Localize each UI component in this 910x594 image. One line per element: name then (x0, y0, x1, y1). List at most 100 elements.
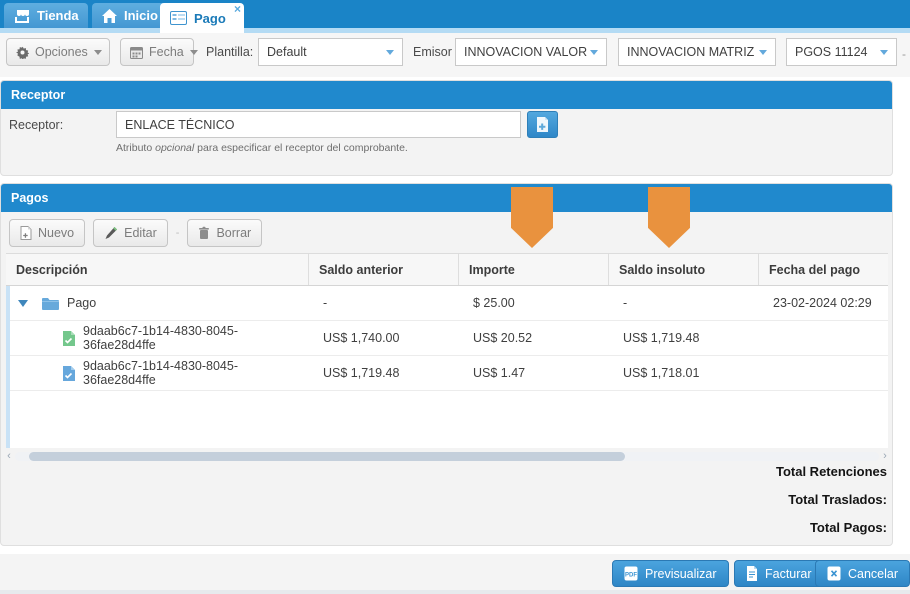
emisor-label: Emisor (413, 45, 452, 59)
chevron-down-icon (190, 50, 198, 55)
cancel-document-icon (827, 566, 841, 581)
chevron-down-icon (759, 50, 767, 55)
nuevo-button[interactable]: Nuevo (9, 219, 85, 247)
total-retenciones-label: Total Retenciones (776, 464, 887, 479)
cell-importe: US$ 1.47 (463, 356, 613, 390)
pdf-icon: PDF (624, 566, 638, 581)
tab-label: Tienda (37, 8, 79, 23)
facturar-button[interactable]: Facturar (734, 560, 824, 587)
receptor-panel: Receptor Receptor: Atributo opcional par… (0, 80, 893, 176)
cell-importe: US$ 20.52 (463, 321, 613, 355)
cancelar-button[interactable]: Cancelar (815, 560, 910, 587)
receptor-add-button[interactable] (527, 111, 558, 138)
pagos-panel-header: Pagos (1, 184, 892, 212)
table-row[interactable]: Pago - $ 25.00 - 23-02-2024 02:29 (10, 286, 888, 321)
column-header-descripcion[interactable]: Descripción (6, 254, 309, 285)
fecha-button[interactable]: Fecha (120, 38, 194, 66)
totals-block: Total Retenciones Total Traslados: Total… (776, 464, 887, 548)
column-header-saldo-insoluto[interactable]: Saldo insoluto (609, 254, 759, 285)
column-header-fecha-del-pago[interactable]: Fecha del pago (759, 254, 888, 285)
main-toolbar: Opciones Fecha Plantilla: Default Emisor… (0, 33, 910, 77)
tab-tienda[interactable]: Tienda (4, 3, 88, 28)
select-value: PGOS 11124 (795, 45, 868, 59)
receptor-input[interactable] (116, 111, 521, 138)
table-row[interactable]: 9daab6c7-1b14-4830-8045-36fae28d4ffe US$… (10, 321, 888, 356)
trash-icon (198, 226, 210, 240)
scrollbar-thumb[interactable] (29, 452, 625, 461)
row-description: Pago (67, 296, 96, 310)
scrollbar-track[interactable] (15, 452, 879, 461)
borrar-button[interactable]: Borrar (187, 219, 262, 247)
button-label: Nuevo (38, 226, 74, 240)
grid-header-row: Descripción Saldo anterior Importe Saldo… (6, 253, 888, 286)
pagos-panel: Pagos Nuevo Editar - Borrar (0, 183, 893, 546)
plantilla-label: Plantilla: (206, 45, 253, 59)
opciones-button[interactable]: Opciones (6, 38, 110, 66)
separator-dash: - (176, 227, 180, 239)
button-label: Facturar (765, 567, 812, 581)
chevron-down-icon (386, 50, 394, 55)
column-marker-importe (511, 187, 553, 248)
button-label: Editar (124, 226, 157, 240)
plantilla-select[interactable]: Default (258, 38, 403, 66)
row-description: 9daab6c7-1b14-4830-8045-36fae28d4ffe (83, 324, 303, 352)
grid-body: Pago - $ 25.00 - 23-02-2024 02:29 9daab6… (6, 286, 888, 448)
button-label: Cancelar (848, 567, 898, 581)
editar-button[interactable]: Editar (93, 219, 168, 247)
invoice-icon (746, 566, 758, 581)
svg-text:PDF: PDF (625, 573, 637, 579)
chevron-down-icon (880, 50, 888, 55)
table-row[interactable]: 9daab6c7-1b14-4830-8045-36fae28d4ffe US$… (10, 356, 888, 391)
button-label: Fecha (149, 45, 184, 59)
cell-saldo-anterior: - (313, 286, 463, 320)
receptor-panel-header: Receptor (1, 81, 892, 109)
column-marker-saldo-insoluto (648, 187, 690, 248)
cell-fecha: 23-02-2024 02:29 (763, 286, 888, 320)
serie-select[interactable]: PGOS 11124 (786, 38, 897, 66)
previsualizar-button[interactable]: PDF Previsualizar (612, 560, 729, 587)
button-label: Previsualizar (645, 567, 717, 581)
column-header-saldo-anterior[interactable]: Saldo anterior (309, 254, 459, 285)
column-header-importe[interactable]: Importe (459, 254, 609, 285)
pencil-icon (104, 226, 118, 240)
matriz-select[interactable]: INNOVACION MATRIZ (618, 38, 776, 66)
cell-saldo-insoluto: US$ 1,719.48 (613, 321, 763, 355)
close-icon[interactable]: × (234, 3, 241, 15)
new-document-icon (20, 226, 32, 240)
pagos-toolbar: Nuevo Editar - Borrar (9, 219, 262, 247)
receptor-label: Receptor: (9, 118, 63, 132)
expander-icon[interactable] (18, 300, 28, 307)
scroll-right-icon[interactable]: › (879, 450, 891, 462)
add-document-icon (536, 117, 549, 132)
select-value: Default (267, 45, 307, 59)
cell-saldo-anterior: US$ 1,719.48 (313, 356, 463, 390)
home-icon (102, 9, 117, 23)
footer-bar: PDF Previsualizar Facturar Cancelar (0, 554, 910, 590)
tab-label: Inicio (124, 8, 158, 23)
select-value: INNOVACION VALOR (464, 45, 587, 59)
horizontal-scrollbar[interactable]: ‹ › (3, 450, 891, 462)
document-check-green-icon (62, 331, 75, 346)
folder-icon (42, 297, 59, 310)
store-icon (14, 9, 30, 23)
pagos-grid: Descripción Saldo anterior Importe Saldo… (6, 253, 888, 448)
total-traslados-label: Total Traslados: (776, 492, 887, 507)
tab-pago[interactable]: Pago × (160, 3, 244, 33)
button-label: Opciones (35, 45, 88, 59)
chevron-down-icon (590, 50, 598, 55)
receptor-help-text: Atributo opcional para especificar el re… (116, 142, 408, 154)
button-label: Borrar (216, 226, 251, 240)
emisor-select[interactable]: INNOVACION VALOR (455, 38, 607, 66)
row-description: 9daab6c7-1b14-4830-8045-36fae28d4ffe (83, 359, 303, 387)
scroll-left-icon[interactable]: ‹ (3, 450, 15, 462)
document-check-blue-icon (62, 366, 75, 381)
select-value: INNOVACION MATRIZ (627, 45, 754, 59)
chevron-down-icon (94, 50, 102, 55)
cell-saldo-anterior: US$ 1,740.00 (313, 321, 463, 355)
payment-window: Tienda Inicio Pago × Opciones Fecha (0, 0, 910, 594)
calendar-icon (130, 46, 143, 59)
cell-saldo-insoluto: - (613, 286, 763, 320)
form-icon (170, 11, 187, 25)
bottom-edge (0, 590, 910, 594)
separator-dash: - (902, 47, 906, 61)
